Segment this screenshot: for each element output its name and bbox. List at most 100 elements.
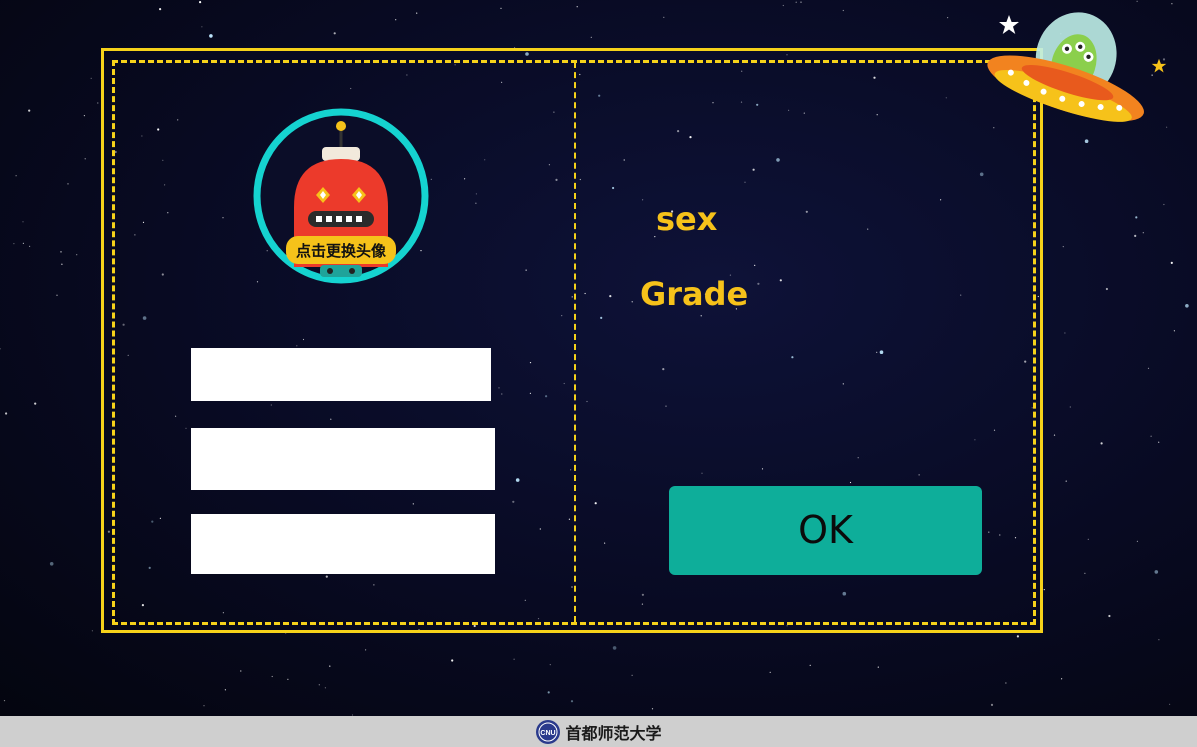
star [324,687,326,689]
star [549,664,551,666]
star [209,34,213,38]
star [83,115,85,117]
star [318,684,320,686]
star [947,17,949,19]
star [1142,232,1144,234]
star [199,0,202,4]
star [28,109,31,112]
input-field-1[interactable] [191,348,491,401]
star [1173,330,1175,332]
star [1166,126,1168,128]
star [1163,203,1165,206]
star [842,9,844,12]
sex-label: sex [656,200,718,238]
star [576,6,578,8]
star [5,412,8,415]
footer-bar: CNU 首都师范大学 [0,716,1197,747]
star [1158,441,1160,443]
star [877,666,879,668]
star [1062,246,1064,248]
star [769,671,771,674]
star [1135,216,1138,219]
star [1136,540,1138,543]
star [329,665,331,667]
star [1016,635,1020,638]
star [1087,538,1089,540]
institution-name: 首都师范大学 [565,723,662,743]
star [203,705,205,707]
star [795,1,797,3]
input-field-2[interactable] [191,428,495,490]
star [547,691,550,694]
star [60,251,62,253]
star [1069,406,1071,408]
star [1061,678,1063,680]
star [570,700,574,703]
space-background: 点击更换头像 sex Grade OK [0,0,1197,716]
star [224,689,226,691]
star [612,646,617,650]
star [1150,435,1152,437]
star [1147,367,1150,369]
star [84,158,86,160]
star [90,77,92,79]
star [34,402,37,405]
star [333,32,336,35]
star [15,175,17,177]
star [1134,234,1137,237]
star [451,659,454,662]
star [365,649,367,651]
star [395,19,397,21]
star [1043,589,1045,591]
panel-divider [574,62,576,622]
star [271,675,273,678]
star [13,243,15,245]
star [809,664,811,667]
star [1084,572,1086,574]
star [1170,261,1173,264]
avatar-button[interactable]: 点击更换头像 [250,107,432,289]
star [1185,304,1189,308]
star [29,245,31,247]
star [513,658,515,660]
star [590,36,592,38]
star [1169,703,1171,705]
star [67,183,69,185]
star [1171,3,1173,5]
grade-label: Grade [640,275,749,313]
star [782,4,784,7]
ok-button[interactable]: OK [669,486,982,575]
star [416,12,418,14]
star [1105,287,1108,291]
star [0,348,1,350]
star [1136,0,1138,2]
star [61,263,63,265]
star [663,16,665,18]
input-field-3[interactable] [191,514,495,574]
star [97,102,99,104]
star [49,562,54,566]
star [240,670,242,672]
star [1053,434,1056,436]
star [56,294,58,296]
star [990,703,994,707]
star [1158,639,1160,641]
star [800,1,802,3]
star [22,221,24,223]
star [1065,480,1067,482]
star [201,26,203,28]
star [651,708,654,710]
star [159,8,162,11]
star [631,674,633,676]
star [1100,442,1103,445]
university-seal-icon: CNU [536,719,561,744]
star [1064,332,1066,334]
star [1108,614,1111,618]
star [1154,570,1159,574]
avatar-caption: 点击更换头像 [295,242,386,260]
star [76,254,78,256]
star [91,630,93,632]
ufo-alien-icon [987,12,1144,122]
star [500,7,502,9]
star [287,678,289,680]
